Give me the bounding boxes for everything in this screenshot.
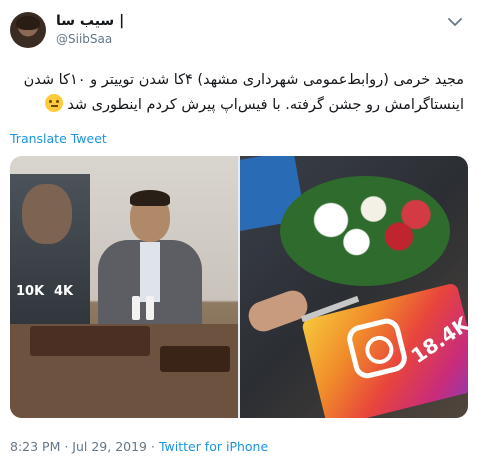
tweet-text-line-2-content: اینستاگرامش رو جشن گرفته. با فیس‌اپ پیرش… [67, 97, 464, 113]
poster-stat-2: 4K [54, 284, 74, 299]
wall-poster: 10K 4K [10, 174, 90, 334]
poster-face-image [22, 184, 72, 244]
media-photo-right[interactable]: 18.4K [240, 156, 468, 418]
tweet-text-line-1: مجید خرمی (روابط‌عمومی شهرداری مشهد) ۴کا… [23, 72, 464, 88]
flower-bouquet [280, 176, 450, 286]
instagram-cake: 18.4K [301, 282, 468, 418]
candle-1 [132, 296, 140, 320]
avatar[interactable] [10, 12, 46, 48]
tweet-text-line-2: اینستاگرامش رو جشن گرفته. با فیس‌اپ پیرش… [10, 93, 464, 118]
display-name[interactable]: سیب سا | [56, 13, 124, 29]
instagram-logo-icon [344, 315, 410, 382]
poster-stat-1: 10K [16, 284, 45, 299]
tweet-media: 10K 4K 18.4K [10, 156, 468, 418]
thinking-face-emoji-icon [44, 94, 63, 112]
tweet-text: مجید خرمی (روابط‌عمومی شهرداری مشهد) ۴کا… [10, 68, 464, 118]
cake-label: 18.4K [406, 311, 468, 368]
hand [244, 286, 312, 336]
desk-box [30, 326, 150, 356]
tweet-source-link[interactable]: Twitter for iPhone [159, 439, 268, 454]
man-shirt [140, 242, 160, 302]
man-hair [130, 190, 170, 206]
chevron-down-icon[interactable] [447, 16, 463, 28]
tweet-meta: 8:23 PM · Jul 29, 2019 · Twitter for iPh… [10, 439, 268, 454]
candle-2 [146, 296, 154, 320]
desk-bag [160, 346, 230, 372]
user-handle[interactable]: @SiibSaa [56, 32, 112, 46]
tweet-timestamp[interactable]: 8:23 PM · Jul 29, 2019 · [10, 439, 155, 454]
translate-tweet-link[interactable]: Translate Tweet [10, 131, 107, 146]
media-photo-left[interactable]: 10K 4K [10, 156, 238, 418]
